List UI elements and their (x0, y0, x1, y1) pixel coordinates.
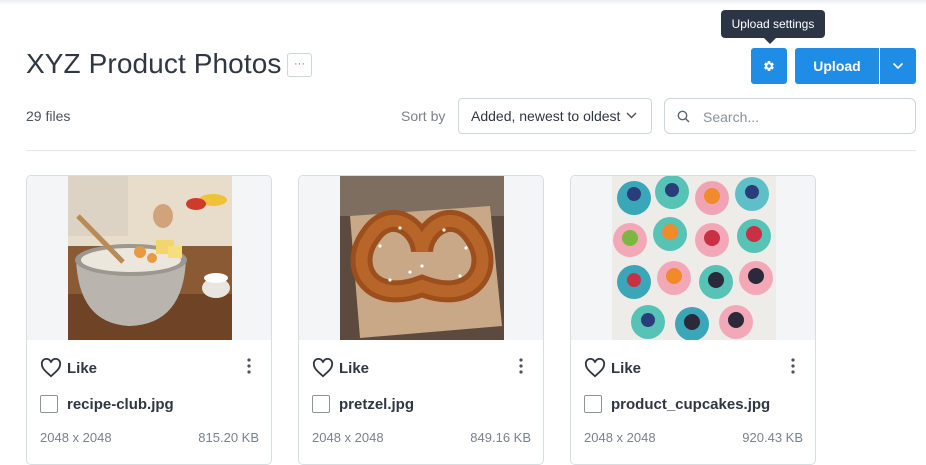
like-label: Like (611, 359, 642, 377)
top-shadow (0, 0, 926, 5)
page-title: XYZ Product Photos (26, 48, 282, 79)
chevron-down-icon (626, 112, 637, 119)
like-label: Like (339, 359, 370, 377)
upload-button[interactable]: Upload (795, 48, 879, 84)
file-card[interactable]: Like pretzel.jpg 2048 x 2048 849.16 KB (298, 175, 544, 465)
like-button[interactable]: Like (584, 358, 641, 378)
kebab-menu-icon[interactable] (247, 358, 251, 374)
file-size: 920.43 KB (742, 430, 803, 445)
kebab-menu-icon[interactable] (519, 358, 523, 374)
file-dimensions: 2048 x 2048 (40, 430, 112, 445)
heart-icon (584, 358, 606, 378)
sort-select[interactable]: Added, newest to oldest (458, 98, 652, 134)
select-checkbox[interactable] (40, 395, 58, 413)
recipe-club-image (68, 176, 232, 340)
file-size: 849.16 KB (470, 430, 531, 445)
file-thumbnail[interactable] (571, 176, 815, 340)
cupcakes-image (612, 176, 776, 340)
file-card[interactable]: Like product_cupcakes.jpg 2048 x 2048 92… (570, 175, 816, 465)
like-button[interactable]: Like (312, 358, 369, 378)
file-thumbnail[interactable] (299, 176, 543, 340)
file-count: 29 files (26, 108, 71, 124)
upload-settings-tooltip: Upload settings (721, 10, 825, 44)
heart-icon (312, 358, 334, 378)
file-dimensions: 2048 x 2048 (584, 430, 656, 445)
pretzel-image (340, 176, 504, 340)
upload-options-dropdown[interactable] (880, 48, 916, 84)
chevron-down-icon (892, 62, 904, 70)
gear-icon (764, 61, 774, 72)
heart-icon (40, 358, 62, 378)
file-name: recipe-club.jpg (67, 396, 174, 413)
like-button[interactable]: Like (40, 358, 97, 378)
select-checkbox[interactable] (312, 395, 330, 413)
kebab-menu-icon[interactable] (791, 358, 795, 374)
file-card[interactable]: Like recipe-club.jpg 2048 x 2048 815.20 … (26, 175, 272, 465)
file-name: pretzel.jpg (339, 396, 415, 413)
like-label: Like (67, 359, 98, 377)
select-checkbox[interactable] (584, 395, 602, 413)
header-divider (26, 150, 916, 151)
more-options-button[interactable]: ··· (287, 53, 312, 77)
upload-settings-button[interactable] (751, 48, 787, 84)
search-icon (677, 110, 690, 123)
file-name: product_cupcakes.jpg (611, 396, 771, 413)
sort-value: Added, newest to oldest (471, 108, 621, 124)
file-thumbnail[interactable] (27, 176, 271, 340)
search-input[interactable] (701, 106, 905, 128)
file-size: 815.20 KB (198, 430, 259, 445)
search-box[interactable] (664, 98, 916, 134)
file-dimensions: 2048 x 2048 (312, 430, 384, 445)
sort-label: Sort by (401, 108, 446, 124)
